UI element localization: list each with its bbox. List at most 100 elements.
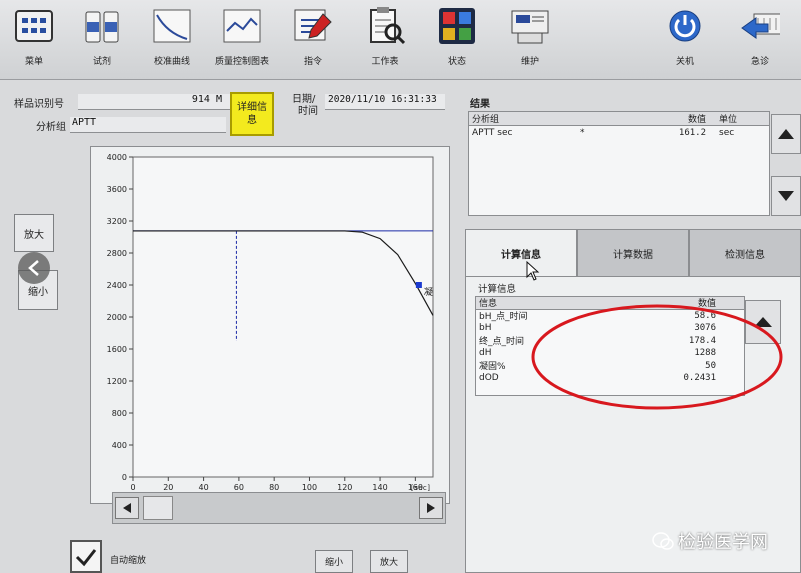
toolbar-status-button[interactable]: 状态 <box>427 6 487 74</box>
results-col-value: 数值 <box>687 115 706 125</box>
toolbar-menu-button[interactable]: 菜单 <box>4 6 64 74</box>
x-tick-label: 140 <box>372 483 387 492</box>
triangle-right-icon <box>427 503 435 513</box>
y-tick-label: 2800 <box>107 249 127 258</box>
triangle-down-icon <box>778 191 794 201</box>
tab-calc-info[interactable]: 计算信息 <box>465 229 577 277</box>
tab-test-info[interactable]: 检测信息 <box>689 229 801 277</box>
x-tick-label: 100 <box>302 483 317 492</box>
result-unit: sec <box>719 128 735 138</box>
toolbar-label: 试剂 <box>92 57 111 67</box>
detail-info-button[interactable]: 详细信息 <box>230 92 274 136</box>
x-tick-label: 20 <box>163 483 173 492</box>
time-label: 时间 <box>298 106 318 117</box>
scroll-right-button[interactable] <box>419 497 443 519</box>
reagent-icon <box>82 6 122 46</box>
x-tick-label: 60 <box>234 483 244 492</box>
triangle-up-icon <box>778 129 794 139</box>
toolbar-label: 指令 <box>303 57 322 67</box>
toolbar-label: 急诊 <box>750 57 769 67</box>
toolbar-label: 维护 <box>520 57 539 67</box>
wechat-icon <box>652 532 674 550</box>
reaction-curve-panel: 4000 3600 3200 2800 2400 2000 1600 1200 800 400 0 0… <box>90 146 450 504</box>
annotation-circle <box>531 304 783 410</box>
clot-point-label: 凝 <box>424 287 433 298</box>
results-title: 结果 <box>470 99 490 110</box>
order-icon <box>293 6 333 46</box>
bottom-zoom-in-button[interactable]: 放大 <box>370 550 408 573</box>
toolbar-stat-button[interactable]: 急诊 <box>730 6 790 74</box>
y-tick-label: 1200 <box>107 377 127 386</box>
calc-info-title: 计算信息 <box>478 284 517 295</box>
mouse-cursor-icon <box>526 261 540 281</box>
results-table: 分析组 数值 单位 APTT sec * 161.2 sec <box>468 111 770 216</box>
toolbar-label: 关机 <box>675 57 694 67</box>
analysis-group-label: 分析组 <box>36 122 66 133</box>
menu-icon <box>14 6 54 46</box>
x-tick-label: 80 <box>269 483 279 492</box>
calibration-curve-icon <box>152 6 192 46</box>
zoom-in-button[interactable]: 放大 <box>14 214 54 252</box>
results-scroll-down-button[interactable] <box>771 176 801 216</box>
sample-id-label: 样品识别号 <box>14 99 64 110</box>
tab-calc-data[interactable]: 计算数据 <box>577 229 689 277</box>
checkmark-icon <box>75 548 97 566</box>
status-icon <box>437 6 477 46</box>
stat-icon <box>740 6 780 46</box>
chevron-left-icon <box>28 260 39 276</box>
toolbar-label: 工作表 <box>371 57 399 67</box>
y-tick-label: 4000 <box>107 153 127 162</box>
triangle-left-icon <box>123 503 131 513</box>
plot-area <box>132 156 434 478</box>
y-tick-label: 1600 <box>107 345 127 354</box>
results-header-row: 分析组 数值 单位 <box>469 112 769 126</box>
auto-zoom-checkbox[interactable] <box>70 540 102 573</box>
y-tick-label: 400 <box>112 441 127 450</box>
toolbar-reagent-button[interactable]: 试剂 <box>72 6 132 74</box>
toolbar-maintenance-button[interactable]: 维护 <box>500 6 560 74</box>
toolbar-label: 质量控制图表 <box>214 57 269 67</box>
power-icon <box>665 6 705 46</box>
x-tick-label: 0 <box>130 483 135 492</box>
y-tick-label: 2000 <box>107 313 127 322</box>
back-nav-button[interactable] <box>18 252 50 284</box>
results-col-group: 分析组 <box>472 115 500 125</box>
results-scroll-up-button[interactable] <box>771 114 801 154</box>
datetime-field: 2020/11/10 16:31:33 <box>325 94 445 110</box>
scroll-thumb[interactable] <box>143 496 173 520</box>
qc-chart-icon <box>222 6 262 46</box>
toolbar-order-button[interactable]: 指令 <box>283 6 343 74</box>
x-tick-label: 120 <box>337 483 352 492</box>
table-row[interactable]: APTT sec * 161.2 sec <box>469 126 769 140</box>
top-toolbar: 菜单 试剂 校准曲线 质量控制图表 指令 工作表 状态 维护 关机 急诊 <box>0 0 801 80</box>
results-col-unit: 单位 <box>719 115 738 125</box>
toolbar-calibration-button[interactable]: 校准曲线 <box>142 6 202 74</box>
watermark-text: 检验医学网 <box>678 532 768 553</box>
toolbar-label: 菜单 <box>24 57 43 67</box>
clot-point-marker <box>415 282 422 288</box>
result-flag: * <box>580 128 585 138</box>
y-tick-label: 0 <box>122 473 127 482</box>
result-value: 161.2 <box>678 128 706 138</box>
toolbar-label: 校准曲线 <box>153 57 190 67</box>
toolbar-qc-button[interactable]: 质量控制图表 <box>212 6 272 74</box>
analyzer-screen: 菜单 试剂 校准曲线 质量控制图表 指令 工作表 状态 维护 关机 急诊 样品识… <box>0 0 801 573</box>
y-tick-label: 3600 <box>107 185 127 194</box>
y-tick-label: 800 <box>112 409 127 418</box>
toolbar-shutdown-button[interactable]: 关机 <box>655 6 715 74</box>
auto-zoom-label: 自动缩放 <box>110 556 147 566</box>
scroll-left-button[interactable] <box>115 497 139 519</box>
bottom-zoom-out-button[interactable]: 缩小 <box>315 550 353 573</box>
toolbar-worksheet-button[interactable]: 工作表 <box>355 6 415 74</box>
toolbar-label: 状态 <box>447 57 466 67</box>
worksheet-icon <box>365 6 405 46</box>
x-tick-label: 40 <box>198 483 208 492</box>
result-group: APTT sec <box>472 128 513 138</box>
reaction-curve-chart: 4000360032002800240020001600120080040000… <box>107 153 434 492</box>
y-tick-label: 2400 <box>107 281 127 290</box>
y-tick-label: 3200 <box>107 217 127 226</box>
watermark: 检验医学网 <box>652 528 768 554</box>
graph-scrollbar[interactable] <box>112 492 446 524</box>
analysis-group-field[interactable]: APTT <box>70 117 226 133</box>
sample-id-field[interactable]: 914 M <box>78 94 230 110</box>
